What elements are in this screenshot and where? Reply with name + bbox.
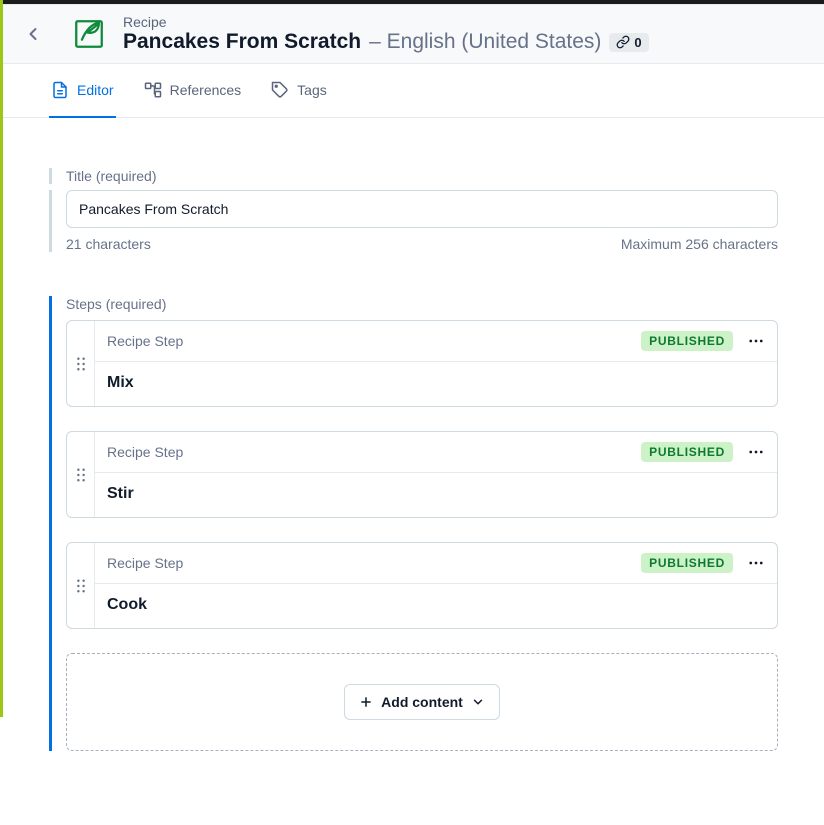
back-button[interactable]	[17, 18, 49, 50]
drag-handle[interactable]	[67, 321, 95, 406]
status-badge: PUBLISHED	[641, 553, 733, 573]
references-icon	[144, 81, 162, 99]
tab-label: References	[170, 82, 242, 98]
chevron-left-icon	[23, 24, 43, 44]
max-chars: Maximum 256 characters	[621, 236, 778, 252]
ellipsis-icon	[747, 443, 765, 461]
char-count: 21 characters	[66, 236, 151, 252]
field-steps: Steps (required) Recipe Step PUBLISHED	[49, 296, 778, 751]
entry-title: Pancakes From Scratch	[123, 30, 361, 54]
tabs: Editor References Tags	[3, 64, 824, 118]
title-input[interactable]	[66, 190, 778, 228]
step-type-label: Recipe Step	[107, 555, 183, 571]
status-badge: PUBLISHED	[641, 442, 733, 462]
field-title: Title (required) 21 characters Maximum 2…	[49, 168, 778, 252]
drag-handle[interactable]	[67, 432, 95, 517]
drag-icon	[76, 357, 86, 371]
incoming-links-count: 0	[634, 35, 641, 50]
header: Recipe Pancakes From Scratch – English (…	[3, 4, 824, 64]
entry-locale: – English (United States)	[369, 30, 601, 54]
drag-icon	[76, 468, 86, 482]
content-type-icon	[71, 16, 107, 52]
tab-editor[interactable]: Editor	[49, 64, 116, 118]
step-card[interactable]: Recipe Step PUBLISHED Mix	[66, 320, 778, 407]
field-label: Title (required)	[49, 168, 778, 184]
add-content-dropzone[interactable]: Add content	[66, 653, 778, 751]
step-card[interactable]: Recipe Step PUBLISHED Stir	[66, 431, 778, 518]
plus-icon	[359, 695, 373, 709]
tab-label: Editor	[77, 82, 114, 98]
tab-tags[interactable]: Tags	[269, 64, 329, 118]
step-actions-menu[interactable]	[747, 443, 765, 461]
step-title: Mix	[95, 362, 777, 406]
chevron-down-icon	[471, 695, 485, 709]
step-title: Cook	[95, 584, 777, 628]
add-content-button[interactable]: Add content	[344, 684, 500, 720]
ellipsis-icon	[747, 554, 765, 572]
step-type-label: Recipe Step	[107, 333, 183, 349]
status-badge: PUBLISHED	[641, 331, 733, 351]
drag-handle[interactable]	[67, 543, 95, 628]
tab-references[interactable]: References	[142, 64, 244, 118]
editor-body: Title (required) 21 characters Maximum 2…	[3, 118, 824, 825]
incoming-links-pill[interactable]: 0	[609, 33, 648, 52]
document-icon	[51, 81, 69, 99]
field-label: Steps (required)	[66, 296, 778, 312]
step-title: Stir	[95, 473, 777, 517]
entry-type-label: Recipe	[123, 14, 806, 30]
step-type-label: Recipe Step	[107, 444, 183, 460]
ellipsis-icon	[747, 332, 765, 350]
step-actions-menu[interactable]	[747, 554, 765, 572]
link-icon	[616, 35, 630, 49]
tab-label: Tags	[297, 82, 327, 98]
add-content-label: Add content	[381, 694, 463, 710]
drag-icon	[76, 579, 86, 593]
step-card[interactable]: Recipe Step PUBLISHED Cook	[66, 542, 778, 629]
step-actions-menu[interactable]	[747, 332, 765, 350]
tag-icon	[271, 81, 289, 99]
